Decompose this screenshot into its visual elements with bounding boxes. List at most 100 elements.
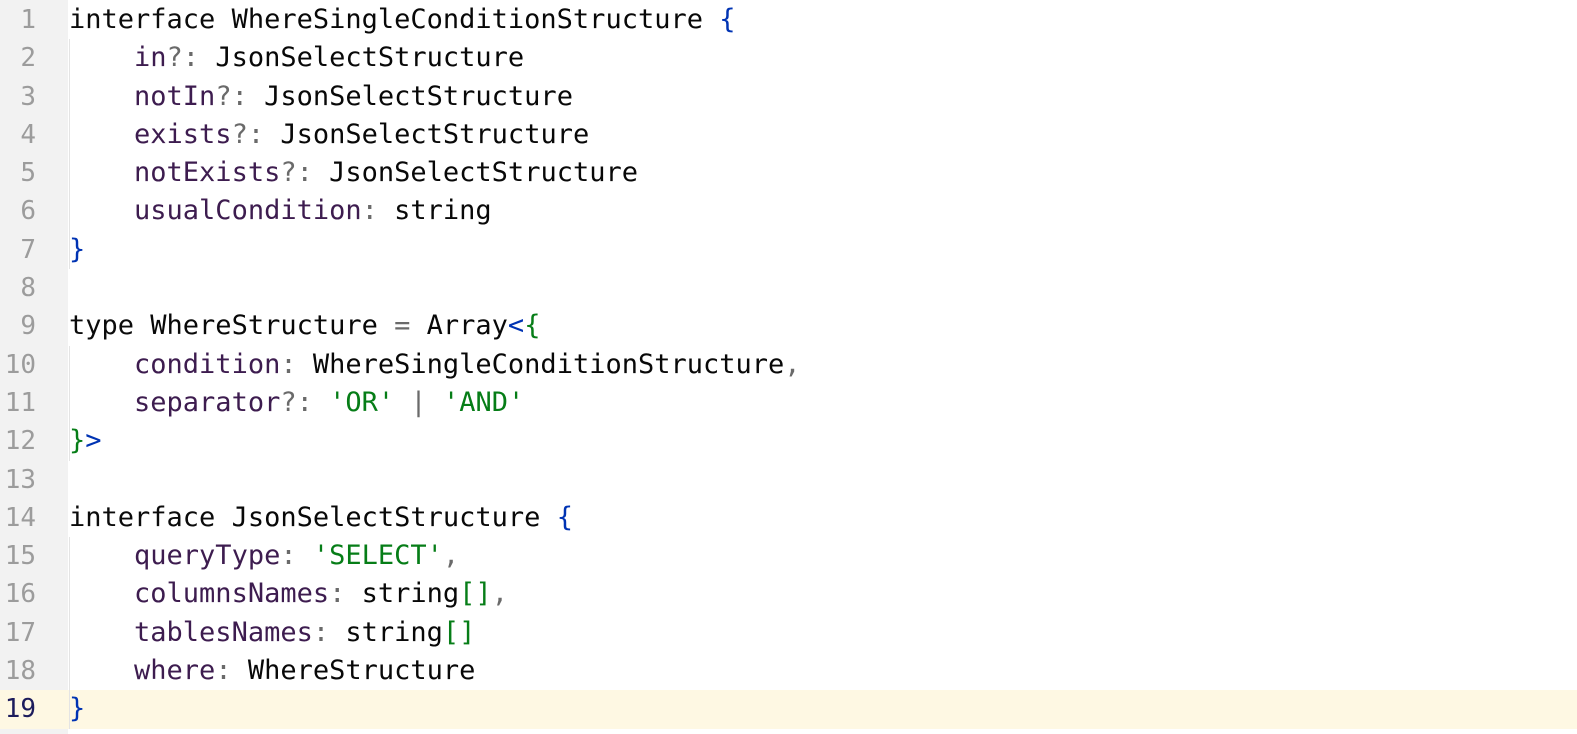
code-token: ?: (166, 42, 216, 74)
code-text: tablesNames: string[] (69, 614, 475, 652)
code-token: string (345, 616, 443, 648)
code-text: in?: JsonSelectStructure (69, 39, 524, 77)
line-number: 4 (20, 119, 36, 150)
code-token: interface (69, 501, 216, 533)
code-token: WhereStructure (247, 655, 476, 687)
line-number: 5 (20, 158, 36, 189)
code-token: : (329, 578, 362, 610)
code-line[interactable]: 8 (0, 269, 1577, 307)
line-number: 10 (4, 349, 36, 380)
code-token: , (784, 348, 801, 380)
code-token: string (394, 195, 492, 227)
code-line[interactable]: 19} (0, 690, 1577, 729)
line-number: 12 (4, 426, 36, 457)
code-text: usualCondition: string (69, 192, 492, 230)
code-line[interactable]: 6 usualCondition: string (0, 192, 1577, 230)
code-token: : (361, 195, 395, 227)
indent-guide (69, 345, 70, 461)
code-text: } (69, 690, 85, 728)
code-line[interactable]: 4 exists?: JsonSelectStructure (0, 116, 1577, 154)
code-token: WhereSingleConditionStructure (215, 4, 720, 35)
code-text: separator?: 'OR' | 'AND' (69, 384, 524, 422)
code-token: : (280, 348, 313, 380)
line-number: 1 (20, 5, 36, 35)
code-line[interactable]: 11 separator?: 'OR' | 'AND' (0, 384, 1577, 422)
line-number: 18 (4, 656, 36, 687)
code-token: 'OR' (329, 386, 395, 418)
code-token: notExists (134, 157, 281, 189)
code-line[interactable]: 1 interface WhereSingleConditionStructure… (0, 1, 1577, 39)
code-lines[interactable]: 1 interface WhereSingleConditionStructure… (0, 1, 1577, 729)
line-number: 6 (20, 196, 36, 227)
code-token: condition (134, 348, 281, 380)
code-token: 'SELECT' (312, 540, 443, 572)
code-token: WhereSingleConditionStructure (312, 348, 785, 380)
code-editor[interactable]: 1 interface WhereSingleConditionStructure… (0, 0, 1577, 734)
code-text: columnsNames: string[], (69, 575, 508, 613)
code-token: JsonSelectStructure (280, 118, 590, 150)
code-token: > (85, 425, 102, 457)
code-token: interface (69, 4, 216, 35)
code-line[interactable]: 14 interface JsonSelectStructure { (0, 499, 1577, 537)
code-token: tablesNames (134, 616, 313, 648)
line-number: 3 (20, 81, 36, 112)
code-line[interactable]: 17 tablesNames: string[] (0, 614, 1577, 652)
code-token: JsonSelectStructure (329, 157, 638, 189)
line-number: 9 (20, 311, 36, 342)
line-number: 14 (4, 502, 36, 533)
code-token: queryType (134, 540, 281, 572)
indent-guide (69, 537, 70, 729)
line-number: 7 (20, 234, 36, 265)
code-line[interactable]: 15 queryType: 'SELECT', (0, 537, 1577, 575)
code-line[interactable]: 12}> (0, 422, 1577, 460)
code-token: } (69, 425, 86, 457)
code-token: , (442, 540, 460, 572)
code-text: interface JsonSelectStructure { (69, 499, 573, 537)
code-token: notIn (134, 80, 216, 112)
code-token: 'AND' (442, 386, 525, 418)
code-token: { (524, 310, 541, 342)
code-token: { (556, 501, 573, 533)
code-token: , (491, 578, 508, 610)
indent-guide (69, 39, 70, 270)
code-token: | (394, 386, 443, 418)
code-text: condition: WhereSingleConditionStructure… (69, 346, 801, 384)
code-line[interactable]: 13 (0, 461, 1577, 499)
code-line[interactable]: 2 in?: JsonSelectStructure (0, 39, 1577, 77)
code-line[interactable]: 10 condition: WhereSingleConditionStruct… (0, 346, 1577, 384)
code-line[interactable]: 16 columnsNames: string[], (0, 575, 1577, 613)
code-token: type (69, 310, 135, 342)
code-text: interface WhereSingleConditionStructure … (69, 1, 736, 39)
code-line[interactable]: 3 notIn?: JsonSelectStructure (0, 78, 1577, 116)
code-text: type WhereStructure = Array<{ (69, 307, 540, 345)
code-token: ?: (231, 118, 281, 150)
code-token: where (134, 655, 216, 687)
line-number: 11 (4, 387, 36, 418)
code-token: exists (134, 118, 232, 150)
code-token: JsonSelectStructure (215, 42, 525, 74)
code-line[interactable]: 9 type WhereStructure = Array<{ (0, 307, 1577, 345)
code-line[interactable]: 5 notExists?: JsonSelectStructure (0, 154, 1577, 192)
code-text: }> (69, 422, 102, 460)
code-token: ?: (215, 80, 265, 112)
code-token: JsonSelectStructure (215, 501, 557, 533)
code-token: [] (442, 616, 476, 648)
code-token: { (719, 4, 736, 35)
code-line[interactable]: 7} (0, 231, 1577, 269)
code-token: JsonSelectStructure (264, 80, 573, 112)
line-number: 16 (4, 579, 36, 610)
code-token: < (507, 310, 525, 342)
code-text: queryType: 'SELECT', (69, 537, 459, 575)
code-token: : (312, 616, 346, 648)
code-token: [] (459, 578, 492, 610)
code-text: where: WhereStructure (69, 652, 475, 690)
code-line[interactable]: 18 where: WhereStructure (0, 652, 1577, 690)
